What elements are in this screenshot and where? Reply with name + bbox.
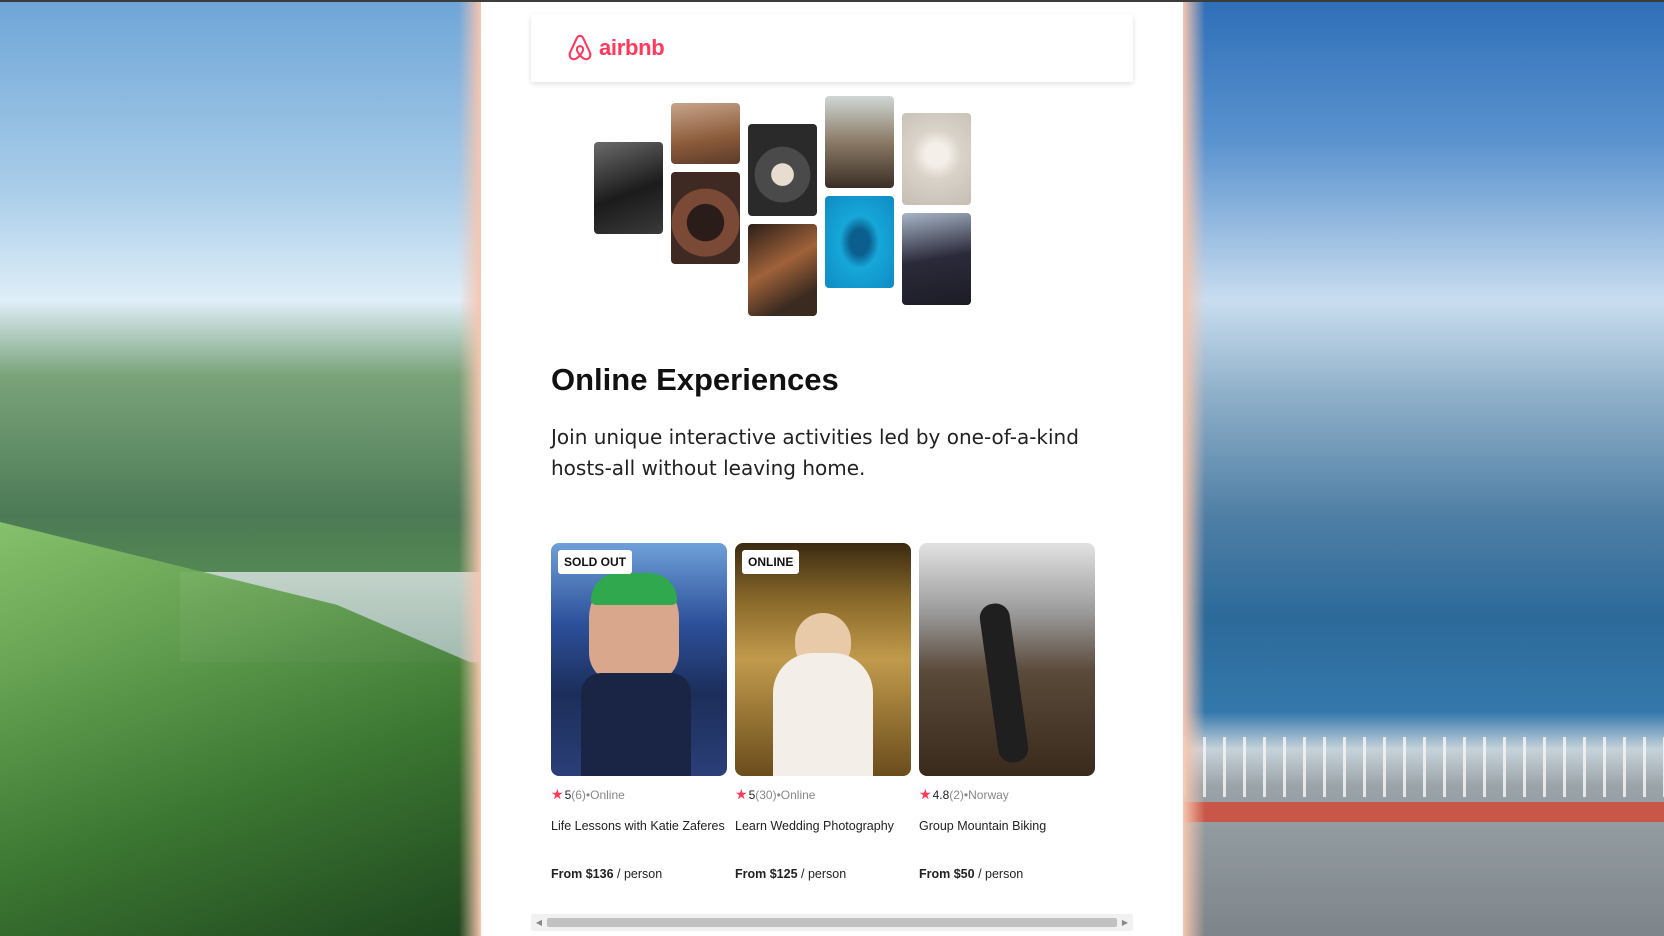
price-amount: From $50: [919, 867, 975, 881]
woman-host-photo: [671, 103, 740, 164]
card-location: •Online: [585, 787, 625, 802]
yoga-photo: [902, 113, 971, 205]
rating-value: 4.8: [932, 787, 950, 802]
scroll-left-arrow-icon[interactable]: ◀: [534, 917, 544, 928]
rating-value: 5: [748, 787, 756, 802]
airbnb-wordmark: airbnb: [599, 35, 665, 60]
status-badge: ONLINE: [742, 550, 800, 574]
panel-glow-left: [459, 2, 481, 936]
card-price: From $136 / person: [551, 867, 662, 881]
piano-singer-photo: [825, 96, 894, 188]
price-amount: From $136: [551, 867, 614, 881]
card-location: •Norway: [963, 787, 1009, 802]
card-title[interactable]: Group Mountain Biking: [919, 817, 1095, 835]
background-left-landscape: [0, 2, 481, 936]
horizontal-scrollbar[interactable]: ◀ ▶: [531, 914, 1133, 931]
background-city: [180, 572, 480, 662]
experience-card-katie[interactable]: SOLD OUT ★ 5 (6) •Online Life Lessons wi…: [551, 543, 727, 881]
card-title[interactable]: Life Lessons with Katie Zaferes: [551, 817, 727, 835]
cooking-photo: [594, 142, 663, 234]
card-rating: ★ 4.8 (2) •Norway: [919, 786, 1095, 803]
experience-card-wedding[interactable]: ONLINE ★ 5 (30) •Online Learn Wedding Ph…: [735, 543, 911, 881]
airbnb-logo[interactable]: airbnb: [565, 33, 665, 63]
experience-card-biking[interactable]: ★ 4.8 (2) •Norway Group Mountain Biking …: [919, 543, 1095, 881]
price-unit: / person: [617, 867, 663, 881]
card-rating: ★ 5 (30) •Online: [735, 786, 911, 803]
price-amount: From $125: [735, 867, 798, 881]
background-road: [1183, 802, 1664, 822]
card-photo-bride[interactable]: ONLINE: [735, 543, 911, 776]
price-unit: / person: [978, 867, 1024, 881]
status-badge: SOLD OUT: [558, 550, 632, 574]
star-icon: ★: [919, 786, 932, 802]
star-icon: ★: [735, 786, 748, 802]
card-rating: ★ 5 (6) •Online: [551, 786, 727, 803]
card-title[interactable]: Learn Wedding Photography: [735, 817, 911, 835]
dancer-photo: [671, 172, 740, 264]
food-bowl-photo: [748, 124, 817, 216]
rating-value: 5: [564, 787, 572, 802]
page-title: Online Experiences: [551, 362, 839, 397]
panel-glow-right: [1183, 2, 1205, 936]
card-photo-mountain-bike[interactable]: [919, 543, 1095, 776]
singer-photo: [902, 213, 971, 305]
header-bar: airbnb: [531, 14, 1133, 82]
background-right-seascape: [1183, 2, 1664, 936]
review-count: (6): [571, 787, 586, 802]
page-subtitle: Join unique interactive activities led b…: [551, 425, 1079, 480]
card-location: •Online: [776, 787, 816, 802]
price-unit: / person: [801, 867, 847, 881]
airbnb-logo-icon: [568, 34, 592, 61]
review-count: (2): [949, 787, 964, 802]
swimmer-photo: [825, 196, 894, 288]
background-railing: [1183, 737, 1664, 797]
card-price: From $125 / person: [735, 867, 846, 881]
star-icon: ★: [551, 786, 564, 802]
card-photo-triathlete[interactable]: SOLD OUT: [551, 543, 727, 776]
scroll-right-arrow-icon[interactable]: ▶: [1120, 917, 1130, 928]
card-price: From $50 / person: [919, 867, 1023, 881]
scrollbar-thumb[interactable]: [547, 918, 1117, 927]
guitar-photo: [748, 224, 817, 316]
main-panel: airbnb Online Experiences Join unique in…: [481, 2, 1183, 936]
review-count: (30): [755, 787, 777, 802]
